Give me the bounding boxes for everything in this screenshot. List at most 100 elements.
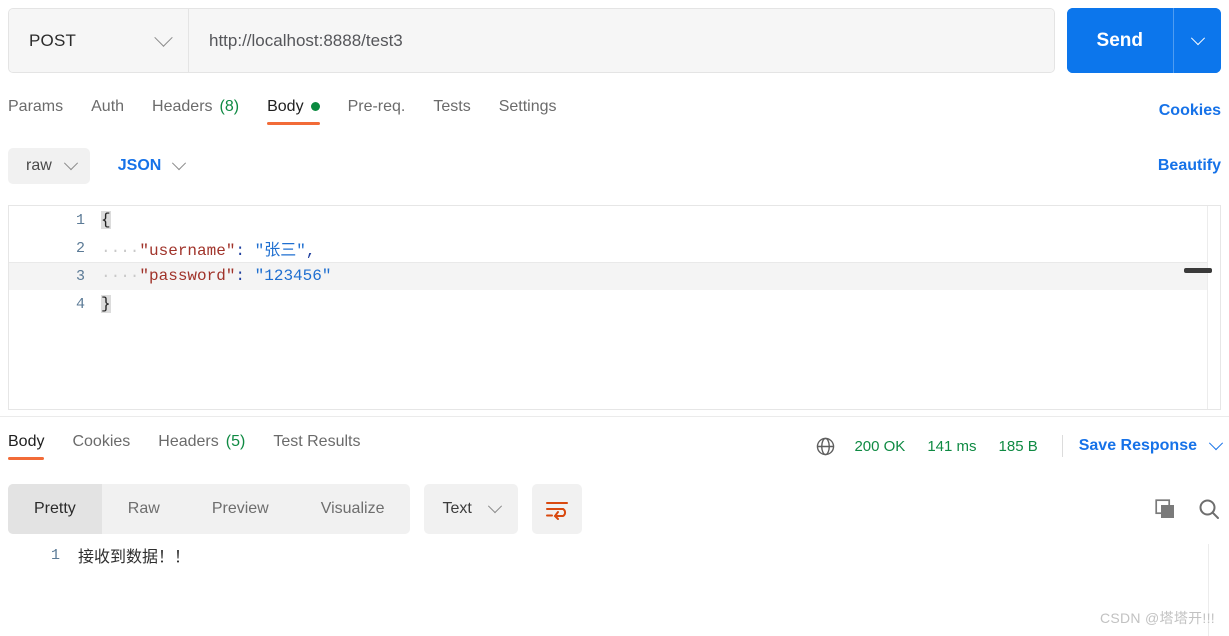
chevron-down-icon: [1208, 436, 1224, 451]
search-icon[interactable]: [1197, 497, 1221, 521]
body-format-select[interactable]: JSON: [117, 156, 187, 175]
save-response-button[interactable]: Save Response: [1078, 436, 1224, 455]
tab-label: Params: [8, 97, 64, 115]
response-actions: [1153, 497, 1221, 521]
response-body-panel[interactable]: 1 接收到数据！！: [8, 540, 1221, 636]
indent-dots: ····: [101, 267, 140, 285]
json-key: "password": [139, 267, 236, 285]
indent-dots: ····: [101, 242, 140, 260]
json-value: "123456": [254, 267, 332, 285]
method-url-group: POST http://localhost:8888/test3: [8, 8, 1055, 73]
status-code: 200 OK: [854, 437, 906, 455]
beautify-button[interactable]: Beautify: [1158, 157, 1221, 175]
response-tabs: Body Cookies Headers (5) Test Results 20…: [8, 425, 1224, 467]
line-number: 4: [75, 295, 85, 313]
json-colon: :: [235, 242, 246, 260]
editor-vertical-scrollbar[interactable]: [1207, 206, 1220, 409]
request-url-bar: POST http://localhost:8888/test3 Send: [8, 8, 1221, 73]
tab-label: Cookies: [72, 432, 131, 450]
response-format-select[interactable]: Text: [424, 484, 518, 534]
editor-horizontal-scrollbar-thumb[interactable]: [1184, 268, 1212, 273]
send-button[interactable]: Send: [1066, 8, 1173, 73]
view-preview[interactable]: Preview: [186, 484, 295, 534]
line-number: 2: [75, 239, 85, 257]
body-type-row: raw JSON Beautify: [8, 144, 1221, 188]
chevron-down-icon: [63, 156, 78, 171]
response-size: 185 B: [998, 437, 1038, 455]
tab-auth[interactable]: Auth: [91, 98, 124, 125]
tab-label: Settings: [498, 97, 557, 115]
tab-body[interactable]: Body: [267, 97, 320, 125]
tab-label: Headers: [158, 432, 219, 450]
tab-label: Auth: [91, 97, 125, 115]
send-options-button[interactable]: [1173, 8, 1221, 73]
watermark: CSDN @塔塔开!!!: [1099, 610, 1215, 626]
active-tab-underline: [267, 121, 320, 125]
response-body-line: 1 接收到数据！！: [8, 540, 1221, 570]
body-mode-select[interactable]: raw: [8, 148, 90, 184]
editor-line[interactable]: 1 {: [9, 206, 1220, 234]
body-present-dot-icon: [310, 102, 320, 111]
url-value: http://localhost:8888/test3: [209, 30, 403, 50]
response-format-label: Text: [442, 500, 472, 517]
copy-icon[interactable]: [1153, 497, 1177, 521]
word-wrap-icon: [545, 502, 568, 520]
line-content: ····"password": "123456": [101, 267, 331, 285]
word-wrap-button[interactable]: [531, 484, 582, 534]
chevron-down-icon: [1190, 30, 1205, 45]
tab-count: (8): [219, 97, 240, 115]
meta-separator: [1061, 435, 1063, 457]
view-visualize[interactable]: Visualize: [295, 484, 411, 534]
json-value: "张三": [254, 242, 306, 260]
tab-label: Test Results: [273, 432, 361, 450]
tab-label: Body: [8, 432, 45, 450]
json-key: "username": [139, 242, 236, 260]
response-body-text: 接收到数据！！: [78, 549, 191, 566]
editor-line[interactable]: 3 ····"password": "123456": [9, 262, 1220, 290]
cookies-link[interactable]: Cookies: [1159, 102, 1221, 120]
response-toolbar: Pretty Raw Preview Visualize Text: [8, 484, 1221, 534]
postman-window: POST http://localhost:8888/test3 Send Pa…: [0, 0, 1229, 636]
http-method-label: POST: [29, 30, 77, 50]
request-response-divider: [0, 416, 1229, 417]
tab-label: Body: [267, 97, 304, 115]
editor-line[interactable]: 4 }: [9, 290, 1220, 318]
tab-count: (5): [225, 432, 246, 450]
response-tab-test-results[interactable]: Test Results: [273, 433, 360, 460]
response-view-switcher: Pretty Raw Preview Visualize: [8, 484, 411, 534]
save-response-label: Save Response: [1078, 437, 1197, 454]
response-time: 141 ms: [927, 437, 977, 455]
tab-settings[interactable]: Settings: [499, 98, 557, 125]
editor-line[interactable]: 2 ····"username": "张三",: [9, 234, 1220, 262]
line-number: 3: [75, 267, 85, 285]
send-button-group: Send: [1066, 8, 1221, 73]
tab-headers[interactable]: Headers (8): [152, 98, 239, 125]
url-input[interactable]: http://localhost:8888/test3: [189, 9, 1054, 72]
json-colon: :: [235, 267, 246, 285]
line-number: 1: [50, 546, 60, 564]
tab-label: Pre-req.: [347, 97, 406, 115]
chevron-down-icon: [487, 499, 502, 514]
tab-label: Headers: [152, 97, 213, 115]
http-method-select[interactable]: POST: [9, 9, 189, 72]
line-content: {: [101, 211, 111, 229]
request-body-editor[interactable]: 1 { 2 ····"username": "张三", 3 ····"passw…: [8, 205, 1221, 410]
response-tab-headers[interactable]: Headers (5): [158, 433, 245, 460]
tab-label: Tests: [433, 97, 471, 115]
response-tab-cookies[interactable]: Cookies: [72, 433, 130, 460]
view-raw[interactable]: Raw: [102, 484, 186, 534]
body-format-label: JSON: [117, 157, 162, 174]
json-comma: ,: [305, 242, 316, 260]
tab-pre-request[interactable]: Pre-req.: [348, 98, 406, 125]
body-mode-label: raw: [26, 157, 52, 174]
line-number: 1: [75, 211, 85, 229]
response-meta: 200 OK 141 ms 185 B Save Response: [815, 435, 1224, 457]
view-pretty[interactable]: Pretty: [8, 484, 102, 534]
tab-params[interactable]: Params: [8, 98, 63, 125]
line-content: }: [101, 295, 111, 313]
active-tab-underline: [8, 456, 45, 460]
close-brace: }: [101, 295, 111, 313]
response-tab-body[interactable]: Body: [8, 432, 45, 460]
request-tabs: Params Auth Headers (8) Body Pre-req. Te…: [8, 92, 1221, 130]
tab-tests[interactable]: Tests: [433, 98, 470, 125]
